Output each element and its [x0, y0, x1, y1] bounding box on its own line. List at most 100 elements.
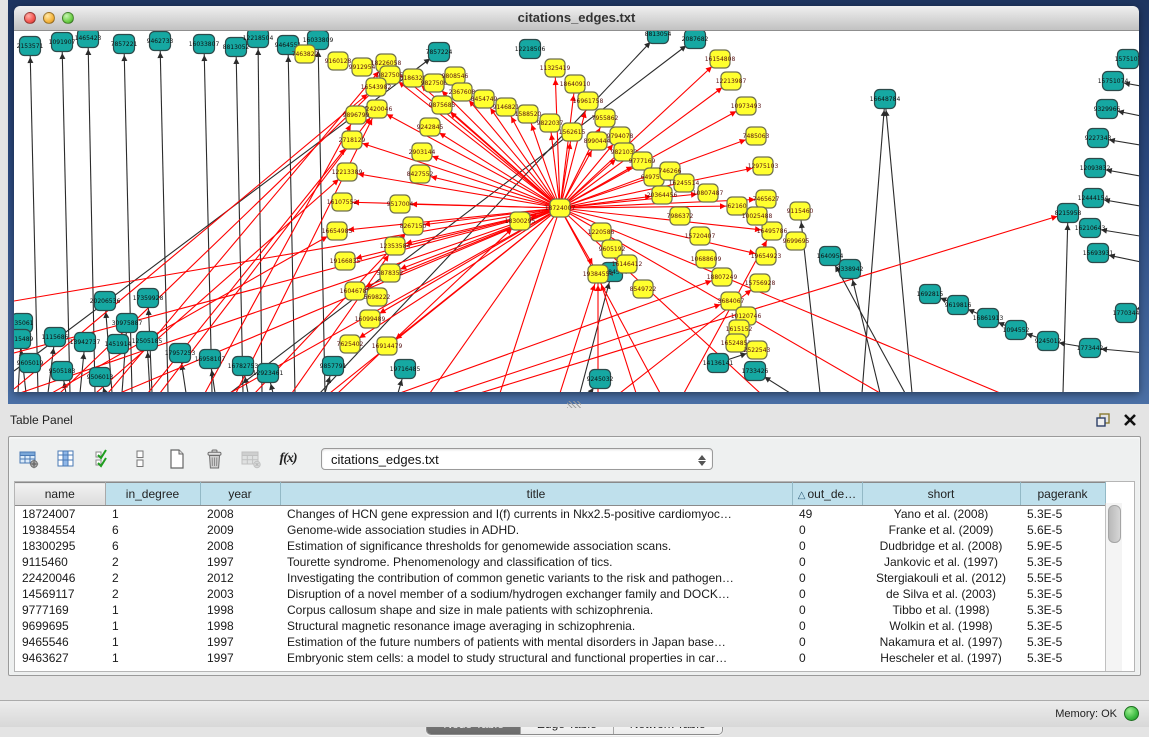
graph-node-label: 1575107: [1115, 56, 1139, 63]
graph-node-label: 1091907: [49, 39, 76, 46]
graph-edge[interactable]: [430, 127, 560, 208]
graph-node-label: 1640954: [817, 253, 844, 260]
scrollbar-thumb[interactable]: [1108, 505, 1121, 543]
graph-node-label: 2367608: [449, 89, 476, 96]
graph-edge[interactable]: [377, 109, 560, 208]
graph-edge[interactable]: [400, 204, 560, 208]
table-cell: Tibbo et al. (1998): [862, 602, 1020, 618]
graph-node-label: 9857791: [320, 363, 347, 370]
graph-node-label: 9517004: [387, 201, 414, 208]
graph-node-label: 7857221: [111, 41, 138, 48]
graph-edge[interactable]: [1063, 213, 1068, 392]
delete-table-icon[interactable]: [202, 448, 226, 470]
citation-network-graph[interactable]: 2153571109190714654237857221946273316033…: [14, 31, 1139, 392]
edge-arrowhead-icon: [27, 57, 33, 63]
edge-arrowhead-icon: [531, 124, 537, 131]
table-cell: 9115460: [15, 554, 105, 570]
edge-arrowhead-icon: [383, 255, 389, 262]
graph-node-label: 11325419: [540, 65, 571, 72]
graph-node-label: 16210643: [1075, 225, 1106, 232]
float-panel-icon[interactable]: [1095, 412, 1111, 428]
table-cell: Franke et al. (2009): [862, 522, 1020, 538]
graph-node-label: 1562615: [559, 129, 586, 136]
table-cell: 0: [792, 554, 862, 570]
table-row[interactable]: 2242004622012Investigating the contribut…: [15, 570, 1105, 586]
table-cell: 0: [792, 522, 862, 538]
graph-node-label: 16782753: [228, 363, 259, 370]
column-header-title[interactable]: title: [280, 483, 792, 506]
column-header-out_de[interactable]: △out_de…: [792, 483, 862, 506]
graph-edge[interactable]: [862, 99, 885, 392]
graph-edge[interactable]: [338, 221, 520, 392]
table-cell: 0: [792, 586, 862, 602]
graph-edge[interactable]: [885, 99, 912, 392]
graph-node-label: 8813054: [645, 31, 672, 38]
new-table-icon[interactable]: [165, 448, 189, 470]
network-canvas[interactable]: 2153571109190714654237857221946273316033…: [14, 31, 1139, 392]
table-panel-titlebar: Table Panel: [0, 408, 1149, 432]
graph-node-label: 8549722: [630, 286, 657, 293]
graph-edge[interactable]: [14, 208, 560, 353]
graph-node-label: 19654923: [751, 253, 782, 260]
graph-node-label: 9329966: [1094, 106, 1121, 113]
graph-node-label: 15756928: [745, 280, 776, 287]
table-column-icon[interactable]: [54, 448, 78, 470]
column-header-pagerank[interactable]: pagerank: [1020, 483, 1105, 506]
graph-node-label: 1733426: [742, 368, 769, 375]
graph-node-label: 18807249: [707, 274, 738, 281]
memory-status-label: Memory: OK: [1055, 708, 1117, 720]
select-rows-icon[interactable]: [91, 448, 115, 470]
table-row[interactable]: 1938455462009Genome-wide association stu…: [15, 522, 1105, 538]
table-row[interactable]: 946362711997Embryonic stem cells: a mode…: [15, 650, 1105, 666]
table-cell: 6: [105, 538, 200, 554]
table-cell: 2012: [200, 570, 280, 586]
graph-node-label: 16495786: [757, 228, 788, 235]
table-row[interactable]: 911546021997Tourette syndrome. Phenomeno…: [15, 554, 1105, 570]
graph-node-label: 16245514: [669, 180, 700, 187]
table-row[interactable]: 969969511998Structural magnetic resonanc…: [15, 618, 1105, 634]
column-header-name[interactable]: name: [15, 483, 105, 506]
window-titlebar[interactable]: citations_edges.txt: [14, 6, 1139, 31]
column-header-in_degree[interactable]: in_degree: [105, 483, 200, 506]
column-header-year[interactable]: year: [200, 483, 280, 506]
table-vertical-scrollbar[interactable]: [1105, 503, 1122, 671]
column-header-short[interactable]: short: [862, 483, 1020, 506]
graph-node-label: 16033809: [303, 37, 334, 44]
graph-edge[interactable]: [400, 277, 722, 392]
split-rows-icon[interactable]: [128, 448, 152, 470]
graph-edge[interactable]: [204, 44, 212, 392]
function-builder-icon[interactable]: f(x): [276, 448, 300, 470]
edge-arrowhead-icon: [439, 133, 446, 139]
graph-node-label: 12923461: [253, 370, 284, 377]
graph-node-label: 9896799: [343, 112, 370, 119]
network-selector-dropdown[interactable]: citations_edges.txt: [321, 448, 713, 470]
graph-edge[interactable]: [500, 208, 560, 392]
edge-arrowhead-icon: [50, 348, 56, 354]
table-row[interactable]: 1872400712008Changes of HCN gene express…: [15, 506, 1105, 523]
graph-node-label: 1692815: [917, 291, 944, 298]
table-row[interactable]: 977716911998Corpus callosum shape and si…: [15, 602, 1105, 618]
table-cell: 2: [105, 586, 200, 602]
table-row[interactable]: 946554611997Estimation of the future num…: [15, 634, 1105, 650]
panel-splitter-handle[interactable]: [567, 401, 581, 408]
table-cell: Yano et al. (2008): [862, 506, 1020, 523]
graph-node-label: 1094552: [1003, 327, 1030, 334]
graph-node-label: 12213987: [716, 78, 747, 85]
table-cell: Corpus callosum shape and size in male p…: [280, 602, 792, 618]
close-panel-icon[interactable]: [1123, 413, 1137, 427]
import-table-disabled-icon: [239, 448, 263, 470]
sort-ascending-icon: △: [798, 490, 806, 501]
table-settings-icon[interactable]: [17, 448, 41, 470]
table-row[interactable]: 1456911722003Disruption of a novel membe…: [15, 586, 1105, 602]
table-row[interactable]: 1830029562008Estimation of significance …: [15, 538, 1105, 554]
graph-node-label: 1770344: [1113, 310, 1139, 317]
graph-edge[interactable]: [205, 115, 356, 392]
graph-node-label: 17957253: [165, 350, 196, 357]
graph-node-label: 9245012: [1035, 338, 1062, 345]
memory-ok-indicator-icon: [1124, 706, 1139, 721]
graph-edge[interactable]: [850, 269, 880, 392]
graph-node-label: 16961758: [573, 98, 604, 105]
edge-arrowhead-icon: [255, 49, 261, 55]
edge-arrowhead-icon: [605, 283, 611, 290]
table-cell: 5.9E-5: [1020, 538, 1105, 554]
